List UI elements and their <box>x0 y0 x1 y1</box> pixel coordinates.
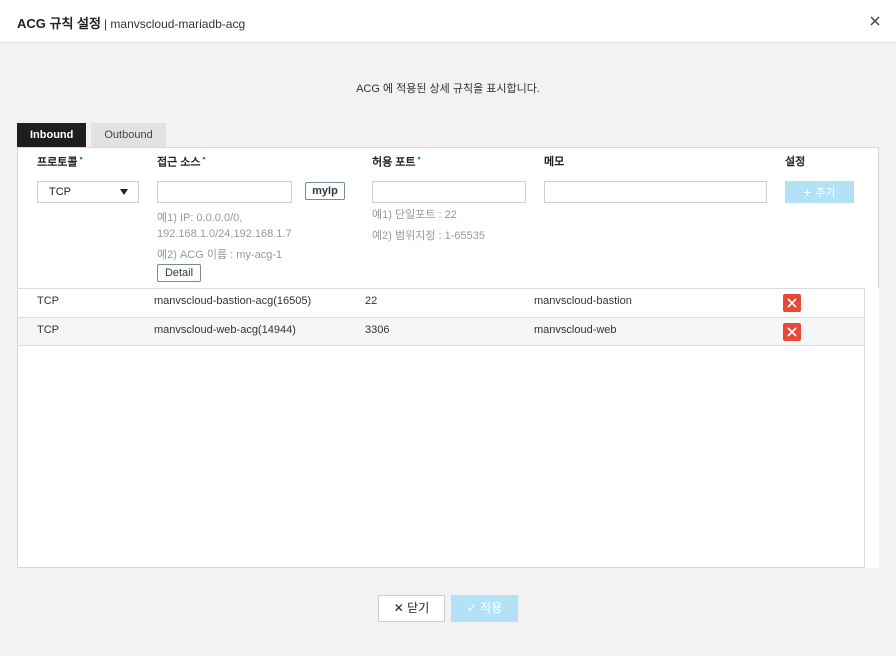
rules-panel: 프로토콜 • 접근 소스 • 허용 포트 • 메모 설정 TCP myIp + 추가 예… <box>17 147 879 568</box>
add-rule-label: 추가 <box>815 187 836 199</box>
rule-source: manvscloud-bastion-acg(16505) <box>154 295 312 307</box>
close-icon: ✕ <box>393 601 404 615</box>
apply-button[interactable]: ✓ 적용 <box>451 595 518 622</box>
table-row: TCP manvscloud-web-acg(14944) 3306 manvs… <box>18 317 864 346</box>
vertical-scrollbar[interactable] <box>864 288 879 568</box>
tab-outbound[interactable]: Outbound <box>91 123 166 147</box>
column-header-protocol: 프로토콜 • <box>37 153 83 169</box>
rule-source: manvscloud-web-acg(14944) <box>154 324 296 336</box>
column-header-source: 접근 소스 • <box>157 153 206 169</box>
port-input[interactable] <box>372 181 526 203</box>
source-input[interactable] <box>157 181 292 203</box>
delete-icon <box>787 298 797 308</box>
memo-input[interactable] <box>544 181 767 203</box>
rules-table: TCP manvscloud-bastion-acg(16505) 22 man… <box>18 288 864 346</box>
close-icon[interactable] <box>868 14 882 28</box>
detail-button[interactable]: Detail <box>157 264 201 282</box>
source-hint-line-3: 예2) ACG 이름 : my-acg-1 <box>157 249 283 261</box>
delete-rule-button[interactable] <box>783 294 801 312</box>
dialog-header: ACG 규칙 설정 | manvscloud-mariadb-acg <box>0 0 896 43</box>
rule-memo: manvscloud-bastion <box>534 295 632 307</box>
rule-port: 22 <box>365 295 378 307</box>
plus-icon: + <box>803 184 812 200</box>
rule-memo: manvscloud-web <box>534 324 617 336</box>
rule-protocol: TCP <box>37 324 59 336</box>
rule-port: 3306 <box>365 324 390 336</box>
required-marker: • <box>417 153 421 163</box>
source-hint-line-2: 192.168.1.0/24,192.168.1.7 <box>157 228 292 240</box>
myip-button[interactable]: myIp <box>305 182 345 200</box>
delete-rule-button[interactable] <box>783 323 801 341</box>
port-hint-line-2: 예2) 범위지정 : 1-65535 <box>372 230 485 242</box>
protocol-select-value: TCP <box>49 186 71 198</box>
column-header-settings: 설정 <box>785 156 806 168</box>
tab-bar: Inbound Outbound <box>17 123 166 147</box>
column-header-memo: 메모 <box>544 156 565 168</box>
protocol-select[interactable]: TCP <box>37 181 139 203</box>
check-icon: ✓ <box>466 601 477 615</box>
dialog-subtitle: | manvscloud-mariadb-acg <box>103 17 246 31</box>
required-marker: • <box>79 153 83 163</box>
tab-inbound[interactable]: Inbound <box>17 123 87 147</box>
port-hint-line-1: 예1) 단일포트 : 22 <box>372 209 457 221</box>
close-button[interactable]: ✕ 닫기 <box>378 595 445 622</box>
dialog-title-text: ACG 규칙 설정 <box>17 16 101 31</box>
close-button-label: 닫기 <box>407 601 430 615</box>
add-rule-button[interactable]: + 추가 <box>785 181 854 203</box>
table-row: TCP manvscloud-bastion-acg(16505) 22 man… <box>18 288 864 317</box>
delete-icon <box>787 327 797 337</box>
apply-button-label: 적용 <box>480 601 503 615</box>
dropdown-arrow-icon <box>120 189 128 195</box>
rule-protocol: TCP <box>37 295 59 307</box>
dialog-description: ACG 에 적용된 상세 규칙을 표시합니다. <box>356 83 540 95</box>
source-hint-line-1: 예1) IP: 0.0.0.0/0, <box>157 212 243 224</box>
column-header-port: 허용 포트 • <box>372 153 421 169</box>
dialog-title: ACG 규칙 설정 | manvscloud-mariadb-acg <box>17 13 245 32</box>
required-marker: • <box>202 153 206 163</box>
